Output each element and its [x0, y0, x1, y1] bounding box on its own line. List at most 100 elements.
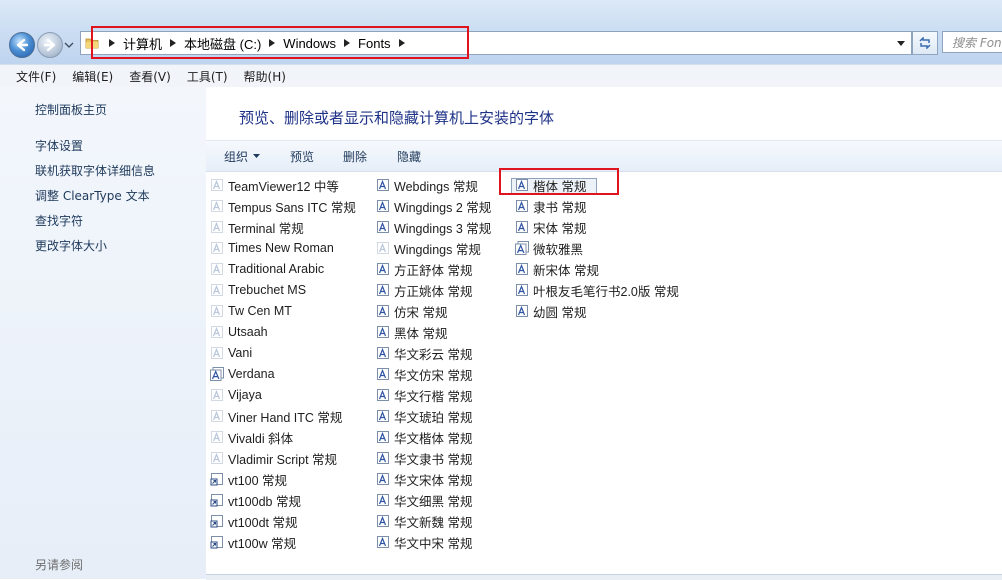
menu-help[interactable]: 帮助(H): [236, 68, 294, 85]
font-item-label: 华文宋体 常规: [394, 473, 473, 488]
font-item[interactable]: vt100 常规: [210, 470, 287, 488]
font-item[interactable]: Vivaldi 斜体: [210, 428, 293, 446]
font-icon: [515, 283, 529, 297]
recent-pages-dropdown-icon[interactable]: [64, 40, 74, 50]
breadcrumb-fonts[interactable]: Fonts: [338, 32, 393, 54]
sidebar-link-control-panel-home[interactable]: 控制面板主页: [35, 101, 107, 118]
font-item[interactable]: 华文琥珀 常规: [376, 407, 472, 425]
font-item[interactable]: 华文彩云 常规: [376, 344, 472, 362]
breadcrumb-label[interactable]: 本地磁盘 (C:): [182, 34, 263, 53]
main-content: 预览、删除或者显示和隐藏计算机上安装的字体 组织 预览 删除 隐藏 TeamVi…: [206, 87, 1002, 579]
menu-tools[interactable]: 工具(T): [179, 68, 236, 85]
font-item[interactable]: Vijaya: [210, 386, 262, 404]
font-icon-hidden: [210, 304, 224, 318]
breadcrumb-windows[interactable]: Windows: [263, 32, 338, 54]
menu-file[interactable]: 文件(F): [8, 68, 64, 85]
font-item[interactable]: Vani: [210, 344, 252, 362]
breadcrumb-local-disk[interactable]: 本地磁盘 (C:): [164, 32, 263, 54]
breadcrumb-computer[interactable]: 计算机: [103, 32, 164, 54]
font-item-label: Verdana: [228, 367, 275, 381]
font-item[interactable]: Tw Cen MT: [210, 302, 292, 320]
font-item[interactable]: Traditional Arabic: [210, 260, 324, 278]
font-item-label: 方正姚体 常规: [394, 284, 473, 299]
font-item[interactable]: 宋体 常规: [515, 218, 586, 236]
menu-edit[interactable]: 编辑(E): [64, 68, 121, 85]
address-dropdown[interactable]: [893, 32, 909, 54]
font-shortcut-icon: [210, 472, 224, 486]
font-item[interactable]: 华文宋体 常规: [376, 470, 472, 488]
font-shortcut-icon: [210, 493, 224, 507]
font-item[interactable]: 仿宋 常规: [376, 302, 447, 320]
font-item[interactable]: Terminal 常规: [210, 218, 304, 236]
delete-button[interactable]: 删除: [343, 148, 367, 165]
font-item[interactable]: 华文仿宋 常规: [376, 365, 472, 383]
sidebar-link-adjust-cleartype[interactable]: 调整 ClearType 文本: [35, 187, 150, 204]
font-item[interactable]: 华文新魏 常规: [376, 512, 472, 530]
search-input[interactable]: 搜索 Fonts: [942, 31, 1002, 53]
font-item[interactable]: Webdings 常规: [376, 176, 478, 194]
font-item[interactable]: Wingdings 3 常规: [376, 218, 491, 236]
font-item[interactable]: 方正舒体 常规: [376, 260, 472, 278]
font-shortcut-icon: [210, 514, 224, 528]
refresh-icon: [919, 37, 931, 49]
address-bar[interactable]: 计算机 本地磁盘 (C:) Windows Fonts: [80, 31, 912, 55]
font-item[interactable]: Tempus Sans ITC 常规: [210, 197, 356, 215]
font-icon: [376, 304, 390, 318]
chevron-right-icon[interactable]: [263, 32, 281, 54]
refresh-button[interactable]: [912, 31, 938, 55]
font-item[interactable]: 华文隶书 常规: [376, 449, 472, 467]
chevron-right-icon[interactable]: [103, 32, 121, 54]
font-item[interactable]: 华文行楷 常规: [376, 386, 472, 404]
breadcrumb-subfolders[interactable]: [393, 32, 411, 54]
menu-view[interactable]: 查看(V): [121, 68, 179, 85]
sidebar-link-font-settings[interactable]: 字体设置: [35, 137, 83, 154]
preview-button[interactable]: 预览: [290, 148, 314, 165]
font-item-label: 微软雅黑: [533, 242, 584, 257]
arrow-right-icon: [43, 38, 56, 52]
font-item-label: Terminal 常规: [228, 221, 304, 236]
font-item[interactable]: Viner Hand ITC 常规: [210, 407, 342, 425]
font-item[interactable]: 叶根友毛笔行书2.0版 常规: [515, 281, 679, 299]
font-item-label: 黑体 常规: [394, 326, 448, 341]
font-item[interactable]: Times New Roman: [210, 239, 334, 257]
font-item-label: 华文仿宋 常规: [394, 368, 473, 383]
sidebar-link-get-font-info-online[interactable]: 联机获取字体详细信息: [35, 162, 155, 179]
breadcrumb-label[interactable]: Windows: [281, 36, 338, 51]
breadcrumb-label[interactable]: 计算机: [121, 34, 164, 53]
font-item[interactable]: 黑体 常规: [376, 323, 447, 341]
font-item[interactable]: Verdana: [210, 365, 275, 383]
font-item[interactable]: Wingdings 2 常规: [376, 197, 491, 215]
organize-button[interactable]: 组织: [224, 148, 261, 165]
chevron-right-icon[interactable]: [338, 32, 356, 54]
breadcrumb-label[interactable]: Fonts: [356, 36, 393, 51]
font-item[interactable]: 微软雅黑: [515, 239, 583, 257]
back-button[interactable]: [9, 32, 35, 58]
font-item[interactable]: 方正姚体 常规: [376, 281, 472, 299]
sidebar-link-change-font-size[interactable]: 更改字体大小: [35, 237, 107, 254]
font-item[interactable]: Wingdings 常规: [376, 239, 481, 257]
font-icon: [376, 409, 390, 423]
hide-button[interactable]: 隐藏: [397, 148, 421, 165]
font-item[interactable]: vt100db 常规: [210, 491, 301, 509]
font-item[interactable]: 隶书 常规: [515, 197, 586, 215]
chevron-right-icon[interactable]: [393, 32, 411, 54]
sidebar-link-find-character[interactable]: 查找字符: [35, 212, 83, 229]
font-item-label: 华文中宋 常规: [394, 536, 473, 551]
font-item[interactable]: 新宋体 常规: [515, 260, 599, 278]
font-item[interactable]: vt100w 常规: [210, 533, 296, 551]
font-icon-hidden: [210, 199, 224, 213]
font-item[interactable]: 华文楷体 常规: [376, 428, 472, 446]
forward-button[interactable]: [37, 32, 63, 58]
font-item[interactable]: 华文细黑 常规: [376, 491, 472, 509]
font-item[interactable]: TeamViewer12 中等: [210, 176, 339, 194]
font-item[interactable]: Vladimir Script 常规: [210, 449, 337, 467]
font-item[interactable]: 幼圆 常规: [515, 302, 586, 320]
sidebar: 控制面板主页 字体设置 联机获取字体详细信息 调整 ClearType 文本 查…: [0, 87, 206, 579]
font-item-label: Traditional Arabic: [228, 262, 325, 276]
font-item[interactable]: Trebuchet MS: [210, 281, 306, 299]
font-item[interactable]: 华文中宋 常规: [376, 533, 472, 551]
font-item[interactable]: vt100dt 常规: [210, 512, 297, 530]
font-item[interactable]: 楷体 常规: [515, 176, 586, 194]
chevron-right-icon[interactable]: [164, 32, 182, 54]
font-item[interactable]: Utsaah: [210, 323, 268, 341]
